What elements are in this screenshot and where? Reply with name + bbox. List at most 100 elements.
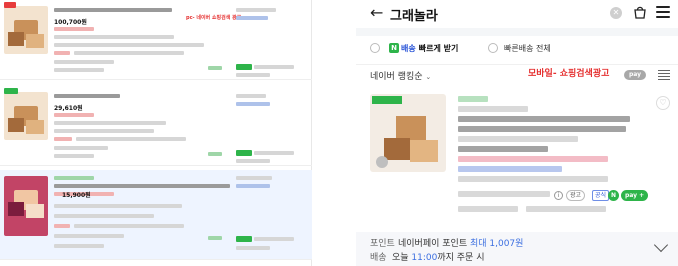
list-view-icon[interactable]: [658, 70, 670, 80]
arrow-left-icon[interactable]: ←: [370, 4, 383, 22]
price-tag: [54, 224, 70, 228]
ad-label: 광고: [566, 190, 586, 201]
product-badge: [4, 88, 18, 94]
delivery-label: 배송: [370, 253, 387, 263]
product-title[interactable]: [54, 184, 230, 188]
point-value: 네이버페이 포인트 최대 1,007원: [398, 236, 523, 249]
delivery-label: 배송: [401, 43, 416, 53]
seller-name[interactable]: [236, 176, 272, 180]
seller-name[interactable]: [236, 8, 276, 12]
product-meta: [54, 234, 124, 238]
ad-badge: [54, 176, 94, 180]
pc-ad-annotation: pc- 네이버 쇼핑검색 광고: [186, 15, 242, 21]
product-meta: [54, 146, 108, 150]
product-meta: [54, 244, 104, 248]
npay-filter-button[interactable]: pay: [624, 70, 646, 80]
product-price: 29,610원: [54, 105, 83, 112]
product-meta: [54, 35, 174, 39]
fast-delivery-radio[interactable]: [488, 43, 498, 53]
product-meta: [76, 137, 186, 141]
seller-meta: [254, 151, 294, 155]
shopping-bag-icon[interactable]: [633, 5, 647, 19]
seller-meta: [236, 73, 270, 77]
point-max: 최대 1,007원: [469, 239, 524, 249]
seller-link[interactable]: [236, 184, 270, 188]
product-badge: [4, 2, 16, 8]
point-prefix: 네이버페이 포인트: [398, 239, 470, 249]
product-title[interactable]: [54, 8, 172, 12]
zzim-button[interactable]: [208, 66, 222, 70]
pc-product-item[interactable]: 29,610원: [0, 86, 312, 166]
product-meta: [54, 204, 182, 208]
review-info: [526, 206, 606, 212]
clear-icon[interactable]: ✕: [610, 7, 622, 19]
seller-meta: [458, 191, 550, 197]
delivery-radio[interactable]: [370, 43, 380, 53]
heart-icon[interactable]: ♡: [656, 96, 670, 110]
product-price: 15,900원: [62, 192, 91, 199]
seller-meta: [236, 246, 270, 250]
delivery-time: 11:00: [411, 253, 438, 263]
menu-icon[interactable]: [656, 6, 670, 18]
delivery-suffix: 까지 주문 시: [437, 253, 485, 263]
delivery-info: [458, 166, 562, 172]
naver-delivery-filter[interactable]: N 배송 빠르게 받기: [389, 42, 458, 54]
product-price: 100,700원: [54, 19, 87, 26]
pc-search-results: 100,700원 pc- 네이버 쇼핑검색 광고 29,610원 15,900원: [0, 0, 312, 266]
pc-product-item-ad[interactable]: 15,900원: [0, 170, 312, 260]
delivery-prefix: 오늘: [392, 253, 412, 263]
product-thumbnail[interactable]: [4, 176, 48, 236]
product-meta: [54, 214, 154, 218]
chevron-down-icon: ⌄: [425, 73, 432, 81]
fast-delivery-all-label[interactable]: 빠른배송 전체: [504, 43, 551, 54]
npay-icon: N: [608, 190, 619, 201]
product-meta: [74, 51, 184, 55]
mobile-search-results: ← 그래놀라 ✕ N 배송 빠르게 받기 빠른배송 전체 네이버 랭킹순 ⌄ 모…: [356, 0, 678, 266]
product-meta: [74, 224, 184, 228]
official-badge: 공식: [592, 190, 610, 201]
product-meta: [458, 136, 578, 142]
pc-product-item[interactable]: 100,700원 pc- 네이버 쇼핑검색 광고: [0, 0, 312, 80]
discount-info: [458, 156, 608, 162]
product-thumbnail[interactable]: [4, 6, 48, 54]
product-meta: [458, 176, 608, 182]
npay-chip: [236, 150, 252, 156]
product-title[interactable]: [458, 116, 630, 122]
price-tag: [54, 113, 94, 117]
seller-meta: [254, 65, 294, 69]
seller-name: [458, 106, 528, 112]
price-tag: [54, 51, 70, 55]
search-query[interactable]: 그래놀라: [390, 5, 438, 24]
review-info: [458, 206, 518, 212]
product-thumbnail[interactable]: [4, 92, 48, 140]
comparison-screenshot: 100,700원 pc- 네이버 쇼핑검색 광고 29,610원 15,900원…: [0, 0, 678, 266]
product-meta: [54, 60, 114, 64]
naver-n-icon: N: [389, 43, 399, 53]
product-meta: [54, 129, 154, 133]
seller-link[interactable]: [236, 102, 270, 106]
info-icon[interactable]: i: [554, 191, 563, 200]
sort-dropdown[interactable]: 네이버 랭킹순 ⌄: [370, 69, 431, 82]
npay-label: pay: [628, 71, 642, 78]
seller-meta: [254, 237, 294, 241]
product-meta: [54, 68, 104, 72]
point-label: 포인트: [370, 239, 395, 249]
zzim-button[interactable]: [208, 236, 222, 240]
seller-name[interactable]: [236, 94, 266, 98]
mobile-header: ← 그래놀라 ✕: [356, 0, 678, 28]
product-meta: [54, 43, 204, 47]
product-thumbnail[interactable]: [370, 94, 446, 172]
price-tag: [54, 27, 94, 31]
delivery-sub-label: 빠르게 받기: [418, 43, 459, 53]
sort-label: 네이버 랭킹순: [370, 72, 423, 82]
product-price: [458, 146, 548, 152]
mobile-ad-annotation: 모바일- 쇼핑검색광고: [528, 69, 610, 79]
npay-chip: [236, 64, 252, 70]
price-tag: [54, 137, 72, 141]
product-meta: [54, 121, 166, 125]
seller-link[interactable]: [236, 16, 268, 20]
product-title[interactable]: [54, 94, 120, 98]
zzim-button[interactable]: [208, 152, 222, 156]
seller-meta: [236, 159, 270, 163]
product-title[interactable]: [458, 126, 626, 132]
